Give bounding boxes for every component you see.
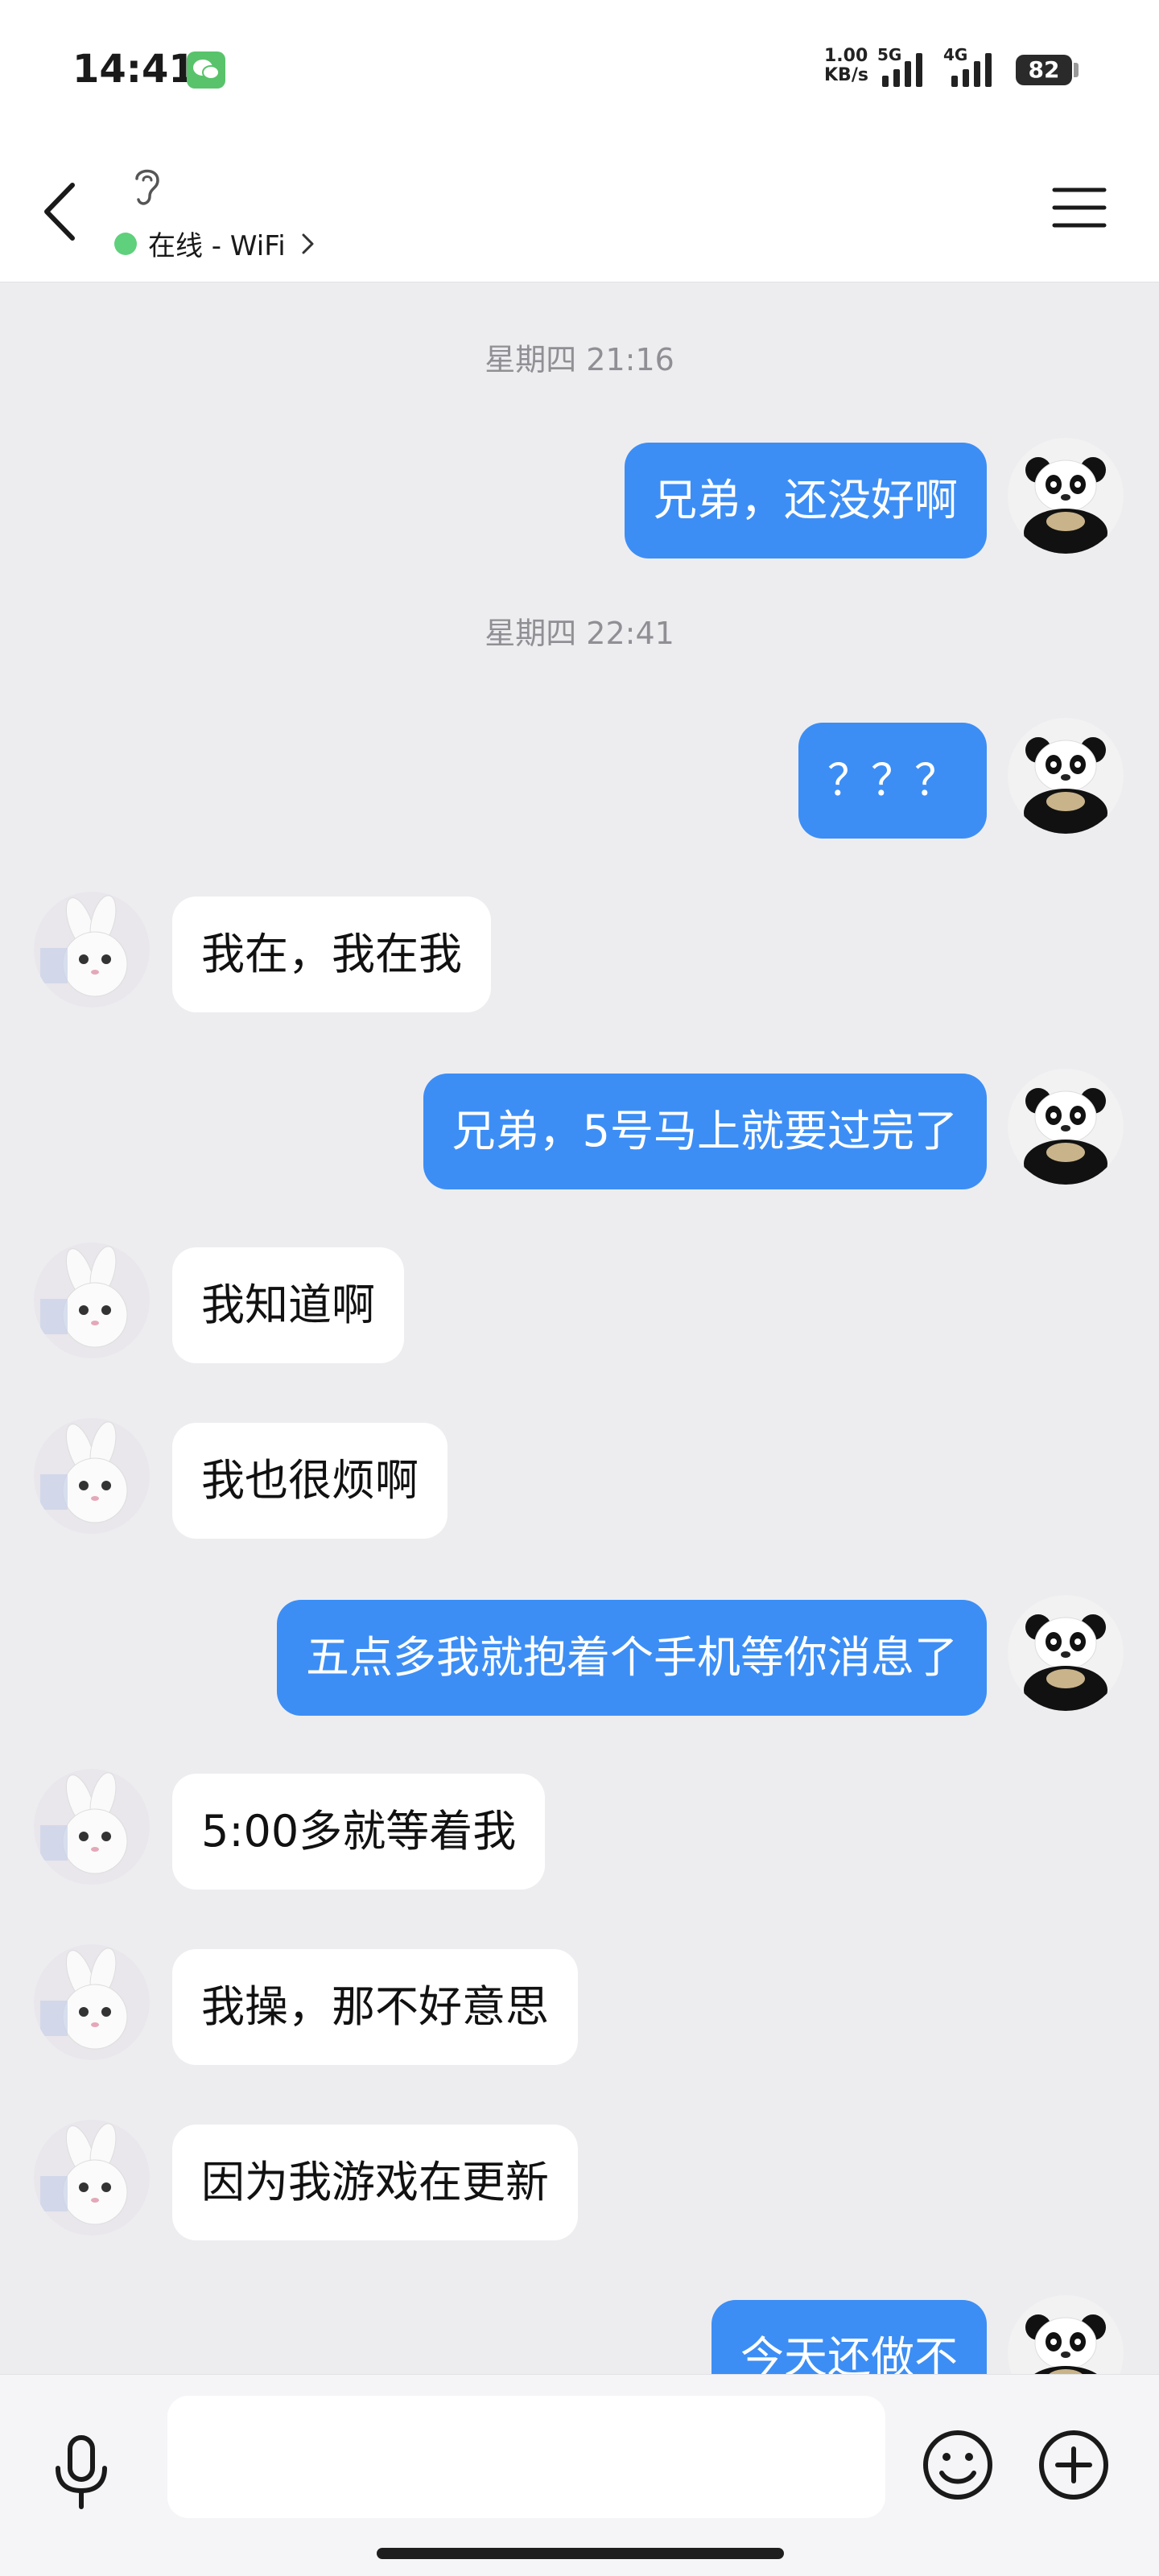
input-bar [0,2374,1159,2576]
signal-strength-icon [882,52,922,87]
received-message-bubble[interactable]: 因为我游戏在更新 [172,2125,578,2240]
received-message-bubble[interactable]: 我在，我在我 [172,896,491,1012]
contact-avatar-bunny[interactable] [34,2120,150,2236]
online-status-dot [114,232,137,255]
timestamp: 星期四 21:16 [485,342,674,377]
contact-avatar-bunny[interactable] [34,1944,150,2060]
my-avatar-panda[interactable] [1008,1595,1124,1711]
sent-message-bubble[interactable]: 兄弟，5号马上就要过完了 [423,1074,987,1189]
contact-avatar-bunny[interactable] [34,1243,150,1358]
sent-message-bubble[interactable]: ？？？ [798,723,987,839]
wechat-notification-icon [187,52,225,89]
sent-message-bubble[interactable]: 兄弟，还没好啊 [625,443,987,558]
battery-tip [1074,63,1079,77]
sent-message-bubble[interactable]: 今天还做不 [711,2300,987,2374]
sent-message-bubble[interactable]: 五点多我就抱着个手机等你消息了 [277,1600,987,1716]
plus-icon[interactable] [1033,2425,1114,2505]
microphone-icon[interactable] [45,2431,118,2512]
my-avatar-panda[interactable] [1008,2295,1124,2374]
chevron-right-icon [302,233,314,253]
timestamp: 星期四 22:41 [485,616,674,651]
received-message-bubble[interactable]: 我操，那不好意思 [172,1949,578,2065]
received-message-bubble[interactable]: 我也很烦啊 [172,1423,448,1539]
message-input[interactable] [167,2396,885,2518]
my-avatar-panda[interactable] [1008,718,1124,834]
network-speed: 1.00 KB/s [824,47,868,85]
connection-status-text: 在线 - WiFi [148,230,286,262]
battery-level: 82 [1016,55,1072,85]
contact-avatar-bunny[interactable] [34,1418,150,1534]
status-bar: 14:41 1.00 KB/s 5G 4G 82 [0,0,1159,137]
signal-strength-icon-2 [951,52,992,87]
my-avatar-panda[interactable] [1008,438,1124,554]
my-avatar-panda[interactable] [1008,1069,1124,1185]
contact-avatar-bunny[interactable] [34,1769,150,1885]
status-time: 14:41 [72,47,196,92]
ear-icon[interactable] [127,161,167,209]
message-list[interactable]: 星期四 21:16 兄弟，还没好啊 星期四 22:41 ？？？ 我在，我在我 兄… [0,282,1159,2374]
received-message-bubble[interactable]: 5:00多就等着我 [172,1774,546,1890]
contact-avatar-bunny[interactable] [34,892,150,1008]
network-speed-value: 1.00 [824,46,868,66]
chat-header: 在线 - WiFi [0,137,1159,282]
connection-status[interactable]: 在线 - WiFi [114,224,318,263]
received-message-bubble[interactable]: 我知道啊 [172,1247,404,1363]
network-speed-unit: KB/s [824,65,868,85]
back-arrow-icon[interactable] [37,175,85,248]
menu-icon[interactable] [1051,183,1107,232]
emoji-icon[interactable] [918,2425,998,2505]
home-indicator[interactable] [377,2548,784,2559]
